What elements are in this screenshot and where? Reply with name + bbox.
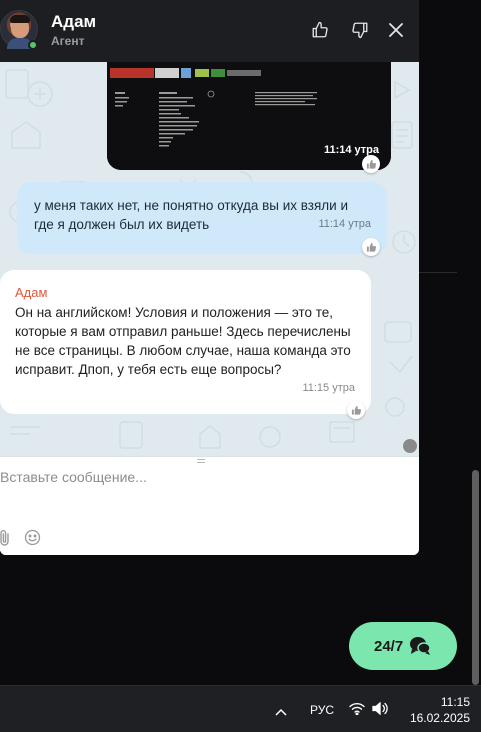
message-time: 11:15 утра bbox=[302, 382, 355, 394]
wifi-icon bbox=[349, 702, 365, 716]
taskbar: РУС 11:15 16.02.2025 bbox=[0, 685, 481, 732]
react-button[interactable] bbox=[362, 155, 380, 173]
like-icon bbox=[351, 405, 361, 415]
support-label: 24/7 bbox=[374, 637, 404, 655]
chat-bubbles-icon bbox=[410, 637, 431, 655]
react-button[interactable] bbox=[362, 238, 380, 256]
thumbs-down-button[interactable] bbox=[350, 20, 370, 40]
thumbs-up-icon bbox=[312, 21, 328, 38]
clock-time: 11:15 bbox=[440, 695, 470, 709]
agent-name: Адам bbox=[51, 12, 97, 31]
online-status-dot bbox=[28, 40, 38, 50]
thumbs-down-icon bbox=[352, 22, 368, 39]
background-divider bbox=[419, 272, 457, 273]
attach-button[interactable] bbox=[0, 529, 13, 547]
volume-button[interactable] bbox=[372, 701, 388, 720]
thumbs-up-button[interactable] bbox=[310, 20, 330, 40]
react-button[interactable] bbox=[347, 401, 365, 419]
support-24-7-button[interactable]: 24/7 bbox=[349, 622, 457, 670]
clock-date: 16.02.2025 bbox=[409, 711, 470, 725]
like-icon bbox=[366, 242, 376, 252]
input-language-indicator[interactable]: РУС bbox=[310, 703, 334, 717]
page-scrollbar-thumb[interactable] bbox=[472, 470, 479, 685]
agent-role: Агент bbox=[51, 34, 85, 48]
avatar-hair bbox=[10, 15, 30, 23]
chat-messages-area[interactable]: 11:14 утра у меня таких нет, не понятно … bbox=[0, 62, 419, 456]
chat-scroll-indicator[interactable] bbox=[403, 439, 417, 453]
like-icon bbox=[366, 159, 376, 169]
screen: Адам Агент 11:14 утра у меня таких нет, … bbox=[0, 0, 481, 732]
close-icon bbox=[389, 23, 403, 37]
chevron-up-icon bbox=[275, 708, 287, 716]
message-composer bbox=[0, 456, 419, 555]
smiley-icon bbox=[24, 529, 41, 546]
show-hidden-icons-button[interactable] bbox=[275, 703, 287, 721]
message-input[interactable] bbox=[0, 463, 400, 491]
emoji-button[interactable] bbox=[24, 529, 41, 546]
chat-header: Адам Агент bbox=[0, 0, 419, 62]
paperclip-icon bbox=[0, 530, 9, 546]
chat-widget: Адам Агент 11:14 утра у меня таких нет, … bbox=[0, 0, 419, 555]
speaker-icon bbox=[372, 701, 388, 716]
system-clock[interactable]: 11:15 16.02.2025 bbox=[400, 694, 470, 726]
image-message[interactable]: 11:14 утра bbox=[107, 62, 391, 170]
outgoing-message[interactable]: у меня таких нет, не понятно откуда вы и… bbox=[17, 182, 387, 254]
incoming-message[interactable]: Адам Он на английском! Условия и положен… bbox=[0, 270, 371, 414]
message-time: 11:14 утра bbox=[318, 218, 371, 230]
network-button[interactable] bbox=[349, 702, 365, 720]
close-button[interactable] bbox=[386, 20, 406, 40]
message-text: у меня таких нет, не понятно откуда вы и… bbox=[34, 198, 348, 232]
message-author: Адам bbox=[15, 285, 48, 300]
message-text: Он на английском! Условия и положения — … bbox=[15, 305, 351, 377]
